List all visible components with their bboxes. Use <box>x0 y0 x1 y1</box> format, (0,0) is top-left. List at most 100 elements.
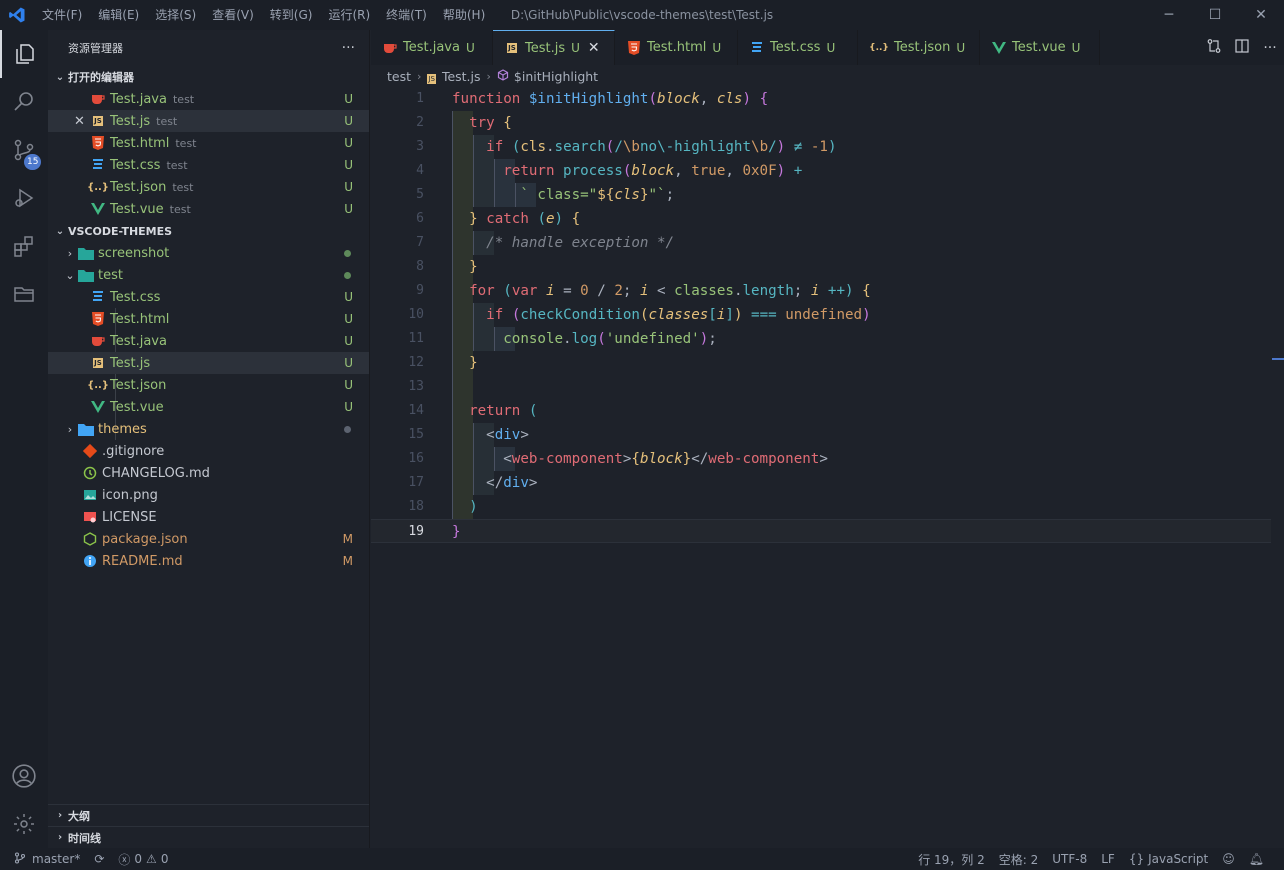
open-editor-item[interactable]: ✕ JS Test.js test U <box>48 110 369 132</box>
tree-folder-test[interactable]: ⌄ test <box>48 264 369 286</box>
extensions-icon[interactable] <box>0 222 48 270</box>
tree-file[interactable]: Test.vue U <box>48 396 369 418</box>
breadcrumb-folder[interactable]: test <box>387 69 411 84</box>
info-file-icon <box>82 553 98 569</box>
menu-file[interactable]: 文件(F) <box>34 0 90 30</box>
settings-gear-icon[interactable] <box>0 800 48 848</box>
explorer-icon[interactable] <box>0 30 48 78</box>
workspace-header[interactable]: ⌄ VSCODE-THEMES <box>48 220 369 242</box>
git-status: U <box>344 400 353 414</box>
tree-file[interactable]: Test.css U <box>48 286 369 308</box>
tree-file[interactable]: README.md M <box>48 550 369 572</box>
open-editor-item[interactable]: Test.vue test U <box>48 198 369 220</box>
scrollbar-marker[interactable] <box>1272 358 1284 360</box>
tree-file[interactable]: icon.png <box>48 484 369 506</box>
tree-folder-screenshot[interactable]: › screenshot <box>48 242 369 264</box>
open-editor-item[interactable]: Test.java test U <box>48 88 369 110</box>
cursor-position[interactable]: 行 19，列 2 <box>918 851 985 868</box>
line-number: 7 <box>416 235 424 250</box>
git-status: U <box>344 356 353 370</box>
git-branch[interactable]: master* <box>32 852 80 866</box>
menu-view[interactable]: 查看(V) <box>204 0 262 30</box>
tab-test-js[interactable]: JS Test.js U ✕ <box>493 30 615 65</box>
error-count[interactable]: 0 <box>134 852 142 866</box>
git-status: U <box>344 202 353 216</box>
menu-selection[interactable]: 选择(S) <box>147 0 204 30</box>
file-name: Test.html <box>110 135 170 151</box>
tree-file[interactable]: CHANGELOG.md <box>48 462 369 484</box>
git-status: U <box>344 180 353 194</box>
breadcrumb-symbol[interactable]: $initHighlight <box>514 69 598 84</box>
tree-folder-themes[interactable]: › themes <box>48 418 369 440</box>
tab-git-status: U <box>956 40 966 55</box>
menu-terminal[interactable]: 终端(T) <box>378 0 435 30</box>
html-file-icon <box>90 311 106 327</box>
feedback-icon[interactable]: ☺ <box>1222 852 1235 866</box>
image-file-icon <box>82 487 98 503</box>
chevron-right-icon: › <box>57 810 63 821</box>
code-text: for (var i = 0 / 2; i < classes.length; … <box>469 283 871 299</box>
more-actions-icon[interactable]: ··· <box>1256 40 1284 56</box>
chevron-down-icon: ⌄ <box>65 268 75 282</box>
sync-icon[interactable]: ⟳ <box>94 852 104 866</box>
warning-count[interactable]: 0 <box>161 852 169 866</box>
tree-file[interactable]: LICENSE <box>48 506 369 528</box>
maximize-icon[interactable]: ☐ <box>1192 0 1238 30</box>
code-editor[interactable]: 1 function $initHighlight(block, cls) { … <box>371 87 1284 848</box>
file-name: .gitignore <box>102 443 165 459</box>
breadcrumb-file[interactable]: Test.js <box>442 69 481 84</box>
run-debug-icon[interactable] <box>0 174 48 222</box>
minimize-icon[interactable]: ─ <box>1146 0 1192 30</box>
outline-header[interactable]: › 大纲 <box>48 804 369 826</box>
tab-test-json[interactable]: {..} Test.json U <box>858 30 980 65</box>
code-text: } <box>452 524 461 540</box>
tab-test-java[interactable]: Test.java U <box>371 30 493 65</box>
timeline-header[interactable]: › 时间线 <box>48 826 369 848</box>
git-status: U <box>344 290 353 304</box>
compare-changes-icon[interactable] <box>1200 38 1228 58</box>
code-line: 2 try { <box>371 111 1271 135</box>
source-control-icon[interactable]: 15 <box>0 126 48 174</box>
menu-edit[interactable]: 编辑(E) <box>90 0 147 30</box>
encoding[interactable]: UTF-8 <box>1052 852 1087 866</box>
tree-file[interactable]: {..} Test.json U <box>48 374 369 396</box>
menu-help[interactable]: 帮助(H) <box>435 0 493 30</box>
open-editor-item[interactable]: Test.html test U <box>48 132 369 154</box>
language-mode[interactable]: JavaScript <box>1148 852 1208 866</box>
end-of-line[interactable]: LF <box>1101 852 1115 866</box>
tab-test-html[interactable]: Test.html U <box>615 30 738 65</box>
open-editor-item[interactable]: {..} Test.json test U <box>48 176 369 198</box>
open-editors-header[interactable]: ⌄ 打开的编辑器 <box>48 66 369 88</box>
close-window-icon[interactable]: ✕ <box>1238 0 1284 30</box>
menu-run[interactable]: 运行(R) <box>320 0 378 30</box>
remote-explorer-icon[interactable] <box>0 270 48 318</box>
search-icon[interactable] <box>0 78 48 126</box>
code-line: 15 <div> <box>371 423 1271 447</box>
close-editor-icon[interactable]: ✕ <box>74 114 85 129</box>
tab-test-vue[interactable]: Test.vue U <box>980 30 1100 65</box>
html-file-icon <box>627 40 641 55</box>
tab-label: Test.vue <box>1012 40 1066 55</box>
accounts-icon[interactable] <box>0 752 48 800</box>
code-text: return ( <box>469 403 538 419</box>
menu-go[interactable]: 转到(G) <box>262 0 321 30</box>
tree-file[interactable]: Test.html U <box>48 308 369 330</box>
line-number: 16 <box>408 451 424 466</box>
code-line: 17 </div> <box>371 471 1271 495</box>
tab-test-css[interactable]: Test.css U <box>738 30 858 65</box>
bell-icon[interactable]: 🔔︎ <box>1249 852 1264 866</box>
code-text: ) <box>469 499 478 515</box>
tree-file[interactable]: .gitignore <box>48 440 369 462</box>
code-line: 16 <web-component>{block}</web-component… <box>371 447 1271 471</box>
tree-file[interactable]: Test.java U <box>48 330 369 352</box>
tree-file[interactable]: package.json M <box>48 528 369 550</box>
indentation[interactable]: 空格: 2 <box>999 851 1039 868</box>
file-folder-desc: test <box>166 158 188 172</box>
editor-tabs: Test.java U JS Test.js U ✕ Test.html U T… <box>371 30 1284 65</box>
close-tab-icon[interactable]: ✕ <box>588 40 600 56</box>
tree-file[interactable]: JS Test.js U <box>48 352 369 374</box>
activity-bar: 15 <box>0 30 48 848</box>
more-actions-icon[interactable]: ··· <box>342 40 355 56</box>
open-editor-item[interactable]: Test.css test U <box>48 154 369 176</box>
split-editor-icon[interactable] <box>1228 38 1256 58</box>
